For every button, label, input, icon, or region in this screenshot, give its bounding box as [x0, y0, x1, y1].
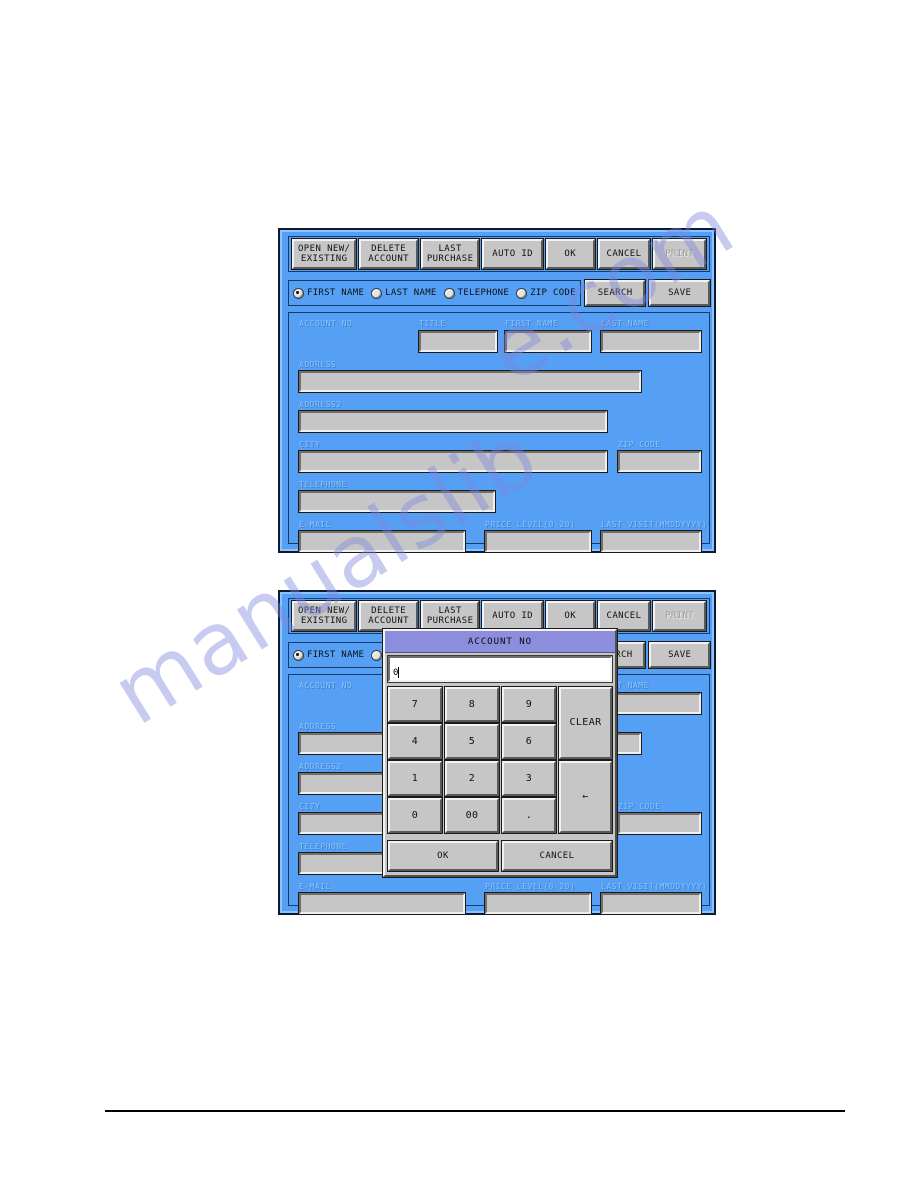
radio-dot-icon	[371, 287, 383, 299]
account-entry-screen-top: OPEN NEW/ EXISTING DELETE ACCOUNT LAST P…	[278, 228, 716, 553]
radio-label: TELEPHONE	[457, 288, 510, 298]
delete-account-button[interactable]: DELETE ACCOUNT	[358, 600, 419, 632]
radio-dot-icon	[516, 287, 528, 299]
price-level-input[interactable]	[484, 892, 592, 915]
dialog-title: ACCOUNT NO	[385, 631, 615, 653]
label-title: TITLE	[419, 319, 446, 328]
e-mail-input[interactable]	[298, 892, 466, 915]
dialog-ok-button[interactable]: OK	[387, 840, 499, 872]
radio-dot-icon	[293, 649, 304, 661]
label-telephone: TELEPHONE	[299, 480, 347, 489]
save-button[interactable]: SAVE	[648, 641, 711, 669]
radio-telephone[interactable]: TELEPHONE	[443, 287, 510, 299]
delete-account-button[interactable]: DELETE ACCOUNT	[358, 238, 419, 270]
label-city: CITY	[299, 440, 321, 449]
city-input[interactable]	[298, 450, 608, 473]
key-0[interactable]: 0	[387, 797, 443, 834]
key-2[interactable]: 2	[444, 760, 500, 797]
clear-button[interactable]: CLEAR	[558, 686, 613, 760]
account-no-input[interactable]: 0	[387, 655, 613, 683]
label-address: ADDRESS	[299, 722, 337, 731]
radio-first-name[interactable]: FIRST NAME	[293, 287, 365, 299]
radio-dot-icon	[443, 287, 455, 299]
address-input[interactable]	[298, 370, 642, 393]
cancel-button[interactable]: CANCEL	[596, 238, 652, 270]
key-4[interactable]: 4	[387, 723, 443, 760]
label-city: CITY	[299, 802, 321, 811]
search-button[interactable]: SEARCH	[583, 279, 647, 307]
last-visit-input[interactable]	[600, 530, 702, 553]
label-last-visit: LAST VISIT(MMDDYYYY)	[601, 882, 708, 891]
key-7[interactable]: 7	[387, 686, 443, 723]
radio-label: FIRST NAME	[307, 288, 365, 298]
page-footer-rule	[105, 1110, 845, 1112]
key-6[interactable]: 6	[501, 723, 557, 760]
search-field-radio-group: FIRST NAME LAST NAME TELEPHONE ZIP CODE	[288, 280, 581, 306]
numeric-keypad: 7 8 9 CLEAR 4 5 6 1 2 3 ← 0 00 .	[387, 686, 613, 837]
print-button: PRINT	[652, 600, 707, 632]
label-price-level: PRICE LEVEL(0-20)	[485, 520, 576, 529]
account-form-top: ACCOUNT NO TITLE FIRST NAME LAST NAME AD…	[288, 312, 710, 553]
radio-label: FIRST NAME	[307, 650, 365, 660]
label-e-mail: E-MAIL	[299, 882, 331, 891]
last-purchase-button[interactable]: LAST PURCHASE	[419, 600, 481, 632]
radio-dot-icon	[371, 649, 383, 661]
cancel-button[interactable]: CANCEL	[596, 600, 652, 632]
label-last-name: LAST NAME	[601, 319, 649, 328]
key-decimal-point[interactable]: .	[501, 797, 557, 834]
key-1[interactable]: 1	[387, 760, 443, 797]
open-new-existing-button[interactable]: OPEN NEW/ EXISTING	[290, 600, 358, 632]
key-8[interactable]: 8	[444, 686, 500, 723]
label-address: ADDRESS	[299, 360, 337, 369]
label-account-no: ACCOUNT NO	[299, 681, 353, 690]
label-telephone: TELEPHONE	[299, 842, 347, 851]
backspace-button[interactable]: ←	[558, 760, 613, 834]
radio-first-name[interactable]: FIRST NAME	[293, 649, 365, 661]
key-3[interactable]: 3	[501, 760, 557, 797]
label-zip-code: ZIP CODE	[618, 440, 661, 449]
account-no-keypad-dialog: ACCOUNT NO 0 7 8 9 CLEAR 4 5 6 1 2 3 ← 0…	[382, 628, 618, 878]
last-name-input[interactable]	[600, 330, 702, 353]
dialog-footer: OK CANCEL	[387, 840, 613, 872]
label-price-level: PRICE LEVEL(0-20)	[485, 882, 576, 891]
key-00[interactable]: 00	[444, 797, 500, 834]
telephone-input[interactable]	[298, 490, 496, 513]
first-name-input[interactable]	[504, 330, 592, 353]
label-last-visit: LAST VISIT(MMDDYYYY)	[601, 520, 708, 529]
save-button[interactable]: SAVE	[648, 279, 711, 307]
label-first-name: FIRST NAME	[505, 319, 559, 328]
auto-id-button[interactable]: AUTO ID	[481, 600, 544, 632]
title-input[interactable]	[418, 330, 498, 353]
text-caret-icon	[398, 667, 400, 678]
address2-input[interactable]	[298, 410, 608, 433]
dialog-cancel-button[interactable]: CANCEL	[501, 840, 613, 872]
radio-dot-icon	[293, 287, 304, 299]
e-mail-input[interactable]	[298, 530, 466, 553]
radio-label: ZIP CODE	[530, 288, 576, 298]
search-row-top: FIRST NAME LAST NAME TELEPHONE ZIP CODE …	[288, 278, 711, 308]
print-button: PRINT	[652, 238, 707, 270]
ok-button[interactable]: OK	[544, 238, 596, 270]
radio-zip-code[interactable]: ZIP CODE	[516, 287, 576, 299]
label-address2: ADDRESS2	[299, 400, 342, 409]
last-visit-input[interactable]	[600, 892, 702, 915]
label-zip-code: ZIP CODE	[618, 802, 661, 811]
radio-last-name[interactable]: LAST NAME	[371, 287, 437, 299]
label-address2: ADDRESS2	[299, 762, 342, 771]
auto-id-button[interactable]: AUTO ID	[481, 238, 544, 270]
key-9[interactable]: 9	[501, 686, 557, 723]
price-level-input[interactable]	[484, 530, 592, 553]
zip-code-input[interactable]	[617, 812, 702, 835]
toolbar-top: OPEN NEW/ EXISTING DELETE ACCOUNT LAST P…	[288, 236, 710, 272]
ok-button[interactable]: OK	[544, 600, 596, 632]
zip-code-input[interactable]	[617, 450, 702, 473]
last-purchase-button[interactable]: LAST PURCHASE	[419, 238, 481, 270]
open-new-existing-button[interactable]: OPEN NEW/ EXISTING	[290, 238, 358, 270]
label-account-no: ACCOUNT NO	[299, 319, 353, 328]
label-e-mail: E-MAIL	[299, 520, 331, 529]
radio-label: LAST NAME	[385, 288, 437, 298]
key-5[interactable]: 5	[444, 723, 500, 760]
